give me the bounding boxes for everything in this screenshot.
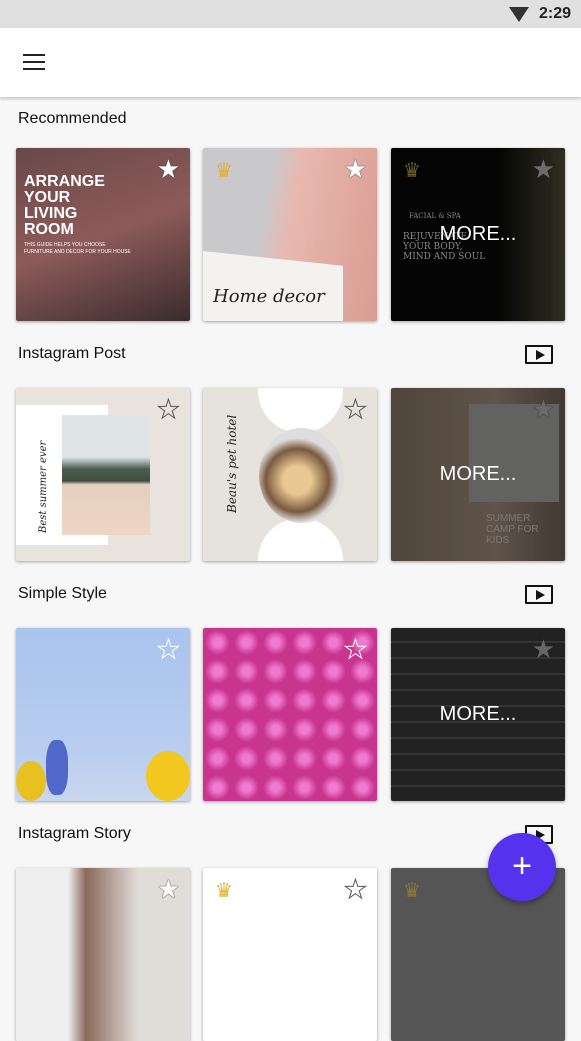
template-card[interactable]: FACIAL & SPA REJUVENATE YOUR BODY, MIND … — [391, 148, 565, 321]
template-card[interactable]: Best summer ever ★ — [16, 388, 190, 561]
template-card[interactable]: ★ — [16, 868, 190, 1041]
more-button[interactable]: MORE... — [391, 388, 565, 561]
template-card[interactable]: Beau's pet hotel ★ — [203, 388, 377, 561]
favorite-star-icon[interactable]: ★ — [157, 876, 180, 902]
card-subtitle: THIS GUIDE HELPS YOU CHOOSE FURNITURE AN… — [24, 242, 131, 255]
add-fab-button[interactable]: + — [488, 833, 556, 901]
card-title: Best summer ever — [38, 440, 49, 533]
section-title: Instagram Story — [18, 825, 131, 842]
template-card[interactable]: ♛ ★ — [203, 868, 377, 1041]
favorite-star-icon[interactable]: ★ — [344, 156, 367, 182]
template-card[interactable]: ★ — [203, 628, 377, 801]
template-card[interactable]: ★ — [16, 628, 190, 801]
template-card[interactable]: Home decor ♛ ★ — [203, 148, 377, 321]
favorite-star-icon[interactable]: ★ — [343, 876, 367, 903]
card-title: Home decor — [213, 286, 325, 307]
crown-icon: ♛ — [215, 880, 233, 902]
wifi-icon — [509, 7, 529, 22]
play-slideshow-icon[interactable] — [525, 585, 553, 604]
card-title: ARRANGE YOUR LIVING ROOM — [24, 173, 105, 238]
card-title: Beau's pet hotel — [225, 414, 239, 513]
status-bar: 2:29 — [0, 0, 581, 28]
app-bar — [0, 28, 581, 97]
crown-icon: ♛ — [403, 880, 421, 902]
play-slideshow-icon[interactable] — [525, 345, 553, 364]
favorite-star-icon[interactable]: ★ — [156, 396, 180, 423]
clock: 2:29 — [538, 5, 571, 22]
favorite-star-icon[interactable]: ★ — [343, 636, 367, 663]
section-title: Recommended — [18, 110, 127, 127]
more-button[interactable]: MORE... — [391, 628, 565, 801]
menu-icon[interactable] — [23, 54, 45, 70]
section-title: Instagram Post — [18, 345, 126, 362]
favorite-star-icon[interactable]: ★ — [156, 636, 180, 663]
favorite-star-icon[interactable]: ★ — [343, 396, 367, 423]
crown-icon: ♛ — [215, 160, 233, 182]
more-button[interactable]: MORE... — [391, 148, 565, 321]
section-title: Simple Style — [18, 585, 107, 602]
template-card[interactable]: ARRANGE YOUR LIVING ROOM THIS GUIDE HELPS… — [16, 148, 190, 321]
template-card[interactable]: ★ MORE... — [391, 628, 565, 801]
template-card[interactable]: SUMMER CAMP FOR KIDS ★ MORE... — [391, 388, 565, 561]
favorite-star-icon[interactable]: ★ — [157, 156, 180, 182]
